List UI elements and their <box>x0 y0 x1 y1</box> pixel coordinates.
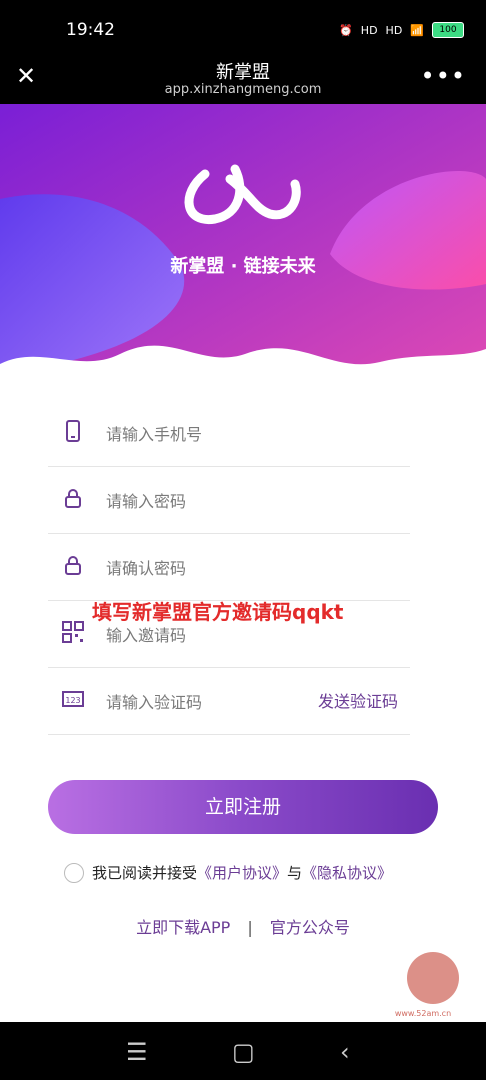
register-form: 123 发送验证码 <box>48 400 410 735</box>
alarm-icon: ⏰ <box>339 23 353 37</box>
page-url: app.xinzhangmeng.com <box>164 82 322 97</box>
send-code-button[interactable]: 发送验证码 <box>318 688 398 712</box>
phone-icon <box>66 420 80 442</box>
password-row <box>48 467 410 534</box>
download-app-link[interactable]: 立即下载APP <box>136 918 230 937</box>
confirm-password-input[interactable] <box>104 554 328 582</box>
invite-code-input[interactable] <box>104 621 328 649</box>
back-icon[interactable]: ‹ <box>340 1038 350 1066</box>
verification-code-input[interactable] <box>104 688 328 716</box>
privacy-agreement-link[interactable]: 《隐私协议》 <box>302 862 392 883</box>
menu-icon[interactable]: ☰ <box>126 1038 148 1066</box>
agreement-checkbox[interactable] <box>64 862 84 883</box>
overlay-text: 填写新掌盟官方邀请码qqkt <box>92 600 344 624</box>
browser-titlebar: ✕ 新掌盟 app.xinzhangmeng.com ••• <box>0 52 486 104</box>
agreement-and: 与 <box>287 864 303 882</box>
more-icon[interactable]: ••• <box>421 62 466 90</box>
bottom-links: 立即下载APP | 官方公众号 <box>0 914 486 938</box>
watermark-seal: www.52am.cn <box>395 952 459 1018</box>
wifi-icon: 📶 <box>410 23 424 37</box>
lock-icon <box>65 489 81 508</box>
confirm-password-row <box>48 534 410 601</box>
password-input[interactable] <box>104 487 328 515</box>
status-time: 19:42 <box>66 20 115 40</box>
svg-text:123: 123 <box>65 696 80 705</box>
page-title: 新掌盟 <box>216 62 270 83</box>
official-account-link[interactable]: 官方公众号 <box>270 918 350 937</box>
battery-icon: 100 <box>432 22 464 38</box>
code-icon: 123 <box>62 691 84 707</box>
watermark-text: www.52am.cn <box>395 1009 451 1018</box>
code-row: 123 发送验证码 <box>48 668 410 735</box>
register-button[interactable]: 立即注册 <box>48 780 438 834</box>
phone-row <box>48 400 410 467</box>
status-icons: ⏰ HD HD 📶 100 <box>339 22 464 38</box>
hero-slogan: 新掌盟 · 链接未来 <box>170 255 316 277</box>
status-bar: 19:42 ⏰ HD HD 📶 100 <box>0 0 486 52</box>
home-icon[interactable]: ▢ <box>232 1038 255 1066</box>
qr-icon <box>62 621 84 643</box>
lock-icon <box>65 556 81 575</box>
user-agreement-link[interactable]: 《用户协议》 <box>197 862 287 883</box>
signal-icon-1: HD <box>360 23 378 37</box>
hero-banner: 新掌盟 · 链接未来 <box>0 104 486 384</box>
signal-icon-2: HD <box>385 23 403 37</box>
agreement-prefix: 我已阅读并接受 <box>92 864 198 882</box>
navigation-bar: ☰ ▢ ‹ <box>0 1022 486 1080</box>
agreement-row: 我已阅读并接受 《用户协议》 与 《隐私协议》 <box>64 862 392 883</box>
phone-input[interactable] <box>104 420 328 448</box>
link-separator: | <box>247 918 253 937</box>
